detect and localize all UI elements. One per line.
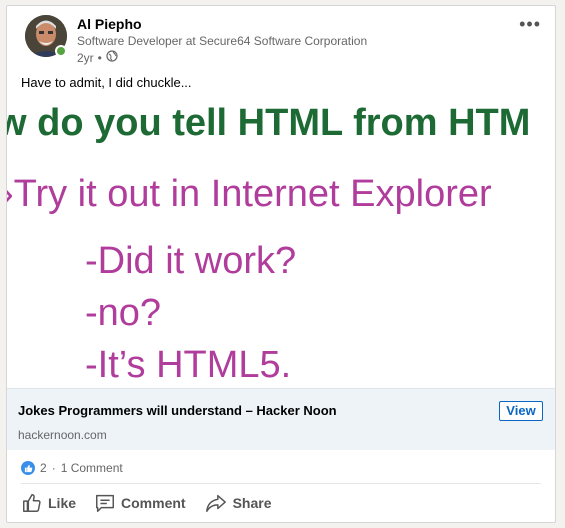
feed-post: Al Piepho Software Developer at Secure64… [6,5,556,523]
post-time: 2yr [77,50,94,65]
post-header: Al Piepho Software Developer at Secure64… [7,6,555,74]
reaction-count[interactable]: 2 [40,461,47,475]
like-button[interactable]: Like [19,488,78,518]
comment-icon [94,492,116,514]
action-bar: Like Comment Share [19,488,274,518]
post-image[interactable]: w do you tell HTML from HTM ›Try it out … [7,98,555,390]
meme-line-1: w do you tell HTML from HTM [7,102,531,144]
online-status-indicator [55,45,67,57]
like-reaction-icon [21,461,35,475]
meme-line-2: ›Try it out in Internet Explorer [7,173,492,215]
social-counts: 2 · 1 Comment [21,461,123,475]
comment-count[interactable]: 1 Comment [61,461,123,475]
article-source: hackernoon.com [18,428,107,442]
share-label: Share [232,495,272,511]
author-name[interactable]: Al Piepho [77,16,142,32]
like-label: Like [48,495,77,511]
comment-label: Comment [121,495,186,511]
author-headline: Software Developer at Secure64 Software … [77,34,368,48]
view-button[interactable]: View [499,401,543,421]
meme-line-3: -Did it work? [85,240,297,282]
share-icon [204,492,228,514]
post-meta: 2yr • [77,50,118,65]
like-icon [21,492,43,514]
meme-line-5: -It’s HTML5. [85,344,292,386]
globe-icon [106,50,118,65]
article-link-card[interactable]: Jokes Programmers will understand – Hack… [7,388,555,450]
comment-button[interactable]: Comment [92,488,188,518]
meme-line-4: -no? [85,292,162,334]
article-title[interactable]: Jokes Programmers will understand – Hack… [18,403,337,418]
post-commentary: Have to admit, I did chuckle... [21,75,192,90]
more-options-icon[interactable]: ••• [519,14,541,35]
share-button[interactable]: Share [202,488,274,518]
social-separator: · [51,461,56,475]
divider [21,483,541,484]
meta-separator: • [97,50,102,65]
